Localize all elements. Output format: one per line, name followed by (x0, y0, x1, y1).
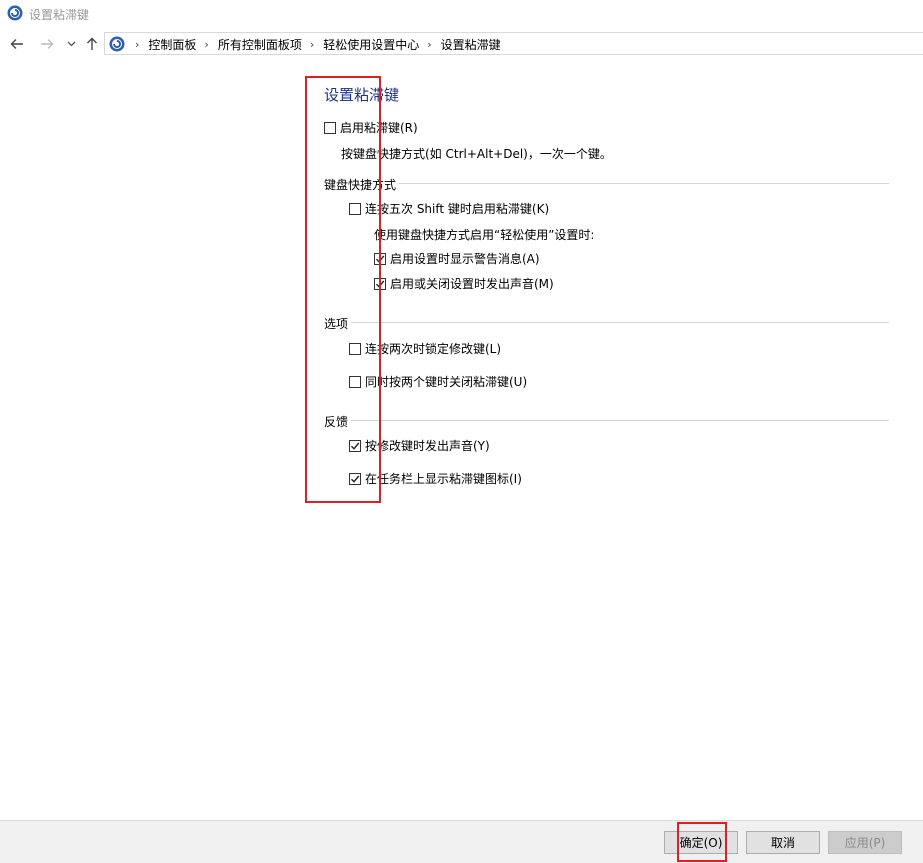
apply-button[interactable]: 应用(P) (828, 831, 902, 854)
checkmark-icon (376, 280, 385, 288)
checkbox-box[interactable] (349, 439, 361, 452)
breadcrumb-ease-of-access[interactable]: 轻松使用设置中心 (323, 36, 419, 53)
checkbox-box[interactable] (324, 121, 336, 134)
window-title: 设置粘滞键 (29, 8, 90, 22)
section-keyboard-shortcut: 键盘快捷方式 (324, 178, 397, 192)
turn-off-two-keys-checkbox[interactable]: 同时按两个键时关闭粘滞键(U) (349, 373, 527, 390)
enable-description: 按键盘快捷方式(如 Ctrl+Alt+Del)，一次一个键。 (341, 147, 612, 161)
checkbox-label: 启用或关闭设置时发出声音(M) (390, 277, 554, 291)
chevron-right-icon[interactable]: › (204, 38, 208, 51)
ok-button[interactable]: 确定(O) (664, 831, 738, 854)
button-bar: 确定(O) 取消 应用(P) (0, 820, 923, 863)
ease-of-access-icon (7, 5, 23, 21)
back-button[interactable] (8, 35, 26, 53)
checkbox-label: 启用设置时显示警告消息(A) (390, 252, 540, 266)
shortcut-sub-description: 使用键盘快捷方式启用“轻松使用”设置时: (374, 228, 595, 242)
arrow-left-icon (10, 39, 23, 49)
checkbox-label: 同时按两个键时关闭粘滞键(U) (365, 375, 528, 389)
checkbox-label: 连按两次时锁定修改键(L) (365, 342, 502, 356)
control-panel-icon (109, 36, 125, 52)
forward-button[interactable] (38, 35, 56, 53)
navigation-bar: › 控制面板 › 所有控制面板项 › 轻松使用设置中心 › 设置粘滞键 (0, 31, 923, 57)
page-heading: 设置粘滞键 (324, 86, 400, 104)
checkbox-box[interactable] (349, 202, 361, 215)
checkbox-label: 连按五次 Shift 键时启用粘滞键(K) (365, 202, 550, 216)
enable-sticky-keys-checkbox[interactable]: 启用粘滞键(R) (324, 119, 418, 136)
lock-modifier-checkbox[interactable]: 连按两次时锁定修改键(L) (349, 340, 501, 357)
chevron-down-icon (67, 41, 75, 47)
title-bar: 设置粘滞键 (0, 0, 923, 28)
address-bar[interactable]: › 控制面板 › 所有控制面板项 › 轻松使用设置中心 › 设置粘滞键 (104, 32, 923, 55)
divider (399, 183, 889, 184)
show-warning-checkbox[interactable]: 启用设置时显示警告消息(A) (374, 250, 540, 267)
checkbox-box[interactable] (374, 277, 386, 290)
checkmark-icon (351, 442, 360, 450)
arrow-up-icon (87, 37, 97, 50)
checkbox-box[interactable] (349, 375, 361, 388)
arrow-right-icon (41, 39, 54, 49)
checkmark-icon (376, 255, 385, 263)
checkbox-box[interactable] (349, 472, 361, 485)
checkmark-icon (351, 475, 360, 483)
section-options: 选项 (324, 317, 349, 331)
cancel-button[interactable]: 取消 (746, 831, 820, 854)
divider (351, 420, 889, 421)
taskbar-icon-checkbox[interactable]: 在任务栏上显示粘滞键图标(I) (349, 470, 522, 487)
checkbox-label: 启用粘滞键(R) (340, 121, 418, 135)
checkbox-label: 在任务栏上显示粘滞键图标(I) (365, 472, 522, 486)
up-button[interactable] (83, 35, 101, 53)
breadcrumb-all-items[interactable]: 所有控制面板项 (218, 36, 302, 53)
checkbox-box[interactable] (349, 342, 361, 355)
recent-locations-button[interactable] (62, 35, 80, 53)
breadcrumb-sticky-keys[interactable]: 设置粘滞键 (441, 36, 501, 53)
chevron-right-icon: › (135, 38, 140, 51)
checkbox-box[interactable] (374, 252, 386, 265)
shift-five-times-checkbox[interactable]: 连按五次 Shift 键时启用粘滞键(K) (349, 200, 549, 217)
checkbox-label: 按修改键时发出声音(Y) (365, 439, 490, 453)
chevron-right-icon[interactable]: › (310, 38, 314, 51)
play-sound-checkbox[interactable]: 启用或关闭设置时发出声音(M) (374, 275, 554, 292)
chevron-right-icon[interactable]: › (427, 38, 431, 51)
breadcrumb: › 控制面板 › 所有控制面板项 › 轻松使用设置中心 › 设置粘滞键 (127, 36, 501, 53)
section-feedback: 反馈 (324, 415, 349, 429)
sound-on-modifier-checkbox[interactable]: 按修改键时发出声音(Y) (349, 437, 490, 454)
breadcrumb-control-panel[interactable]: 控制面板 (148, 36, 196, 53)
divider (351, 322, 889, 323)
